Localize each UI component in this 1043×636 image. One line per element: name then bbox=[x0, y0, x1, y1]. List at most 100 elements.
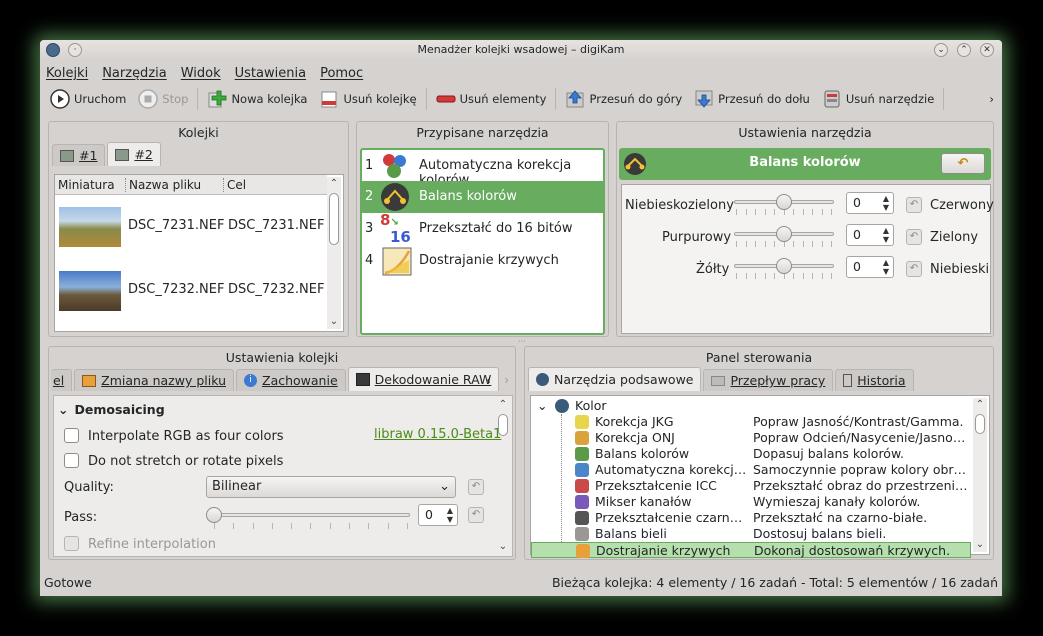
list-item[interactable]: 4 Dostrajanie krzywych bbox=[362, 245, 603, 277]
slider-handle[interactable] bbox=[206, 507, 222, 523]
chevron-left-icon[interactable]: ‹ bbox=[486, 373, 491, 387]
close-icon[interactable]: ✕ bbox=[980, 43, 994, 57]
spin-value: 0 bbox=[853, 259, 861, 274]
menu-pomoc[interactable]: Pomoc bbox=[320, 66, 363, 81]
tree-item-name: Przekształcenie ICC bbox=[595, 478, 717, 493]
menu-ustawienia[interactable]: Ustawienia bbox=[235, 66, 306, 81]
scroll-up-icon[interactable]: ⌃ bbox=[327, 177, 341, 191]
reset-icon[interactable]: ↶ bbox=[468, 507, 484, 523]
interpolate-checkbox[interactable] bbox=[64, 428, 79, 443]
tree-item[interactable]: Balans kolorów Dopasuj balans kolorów. bbox=[531, 446, 971, 462]
tab-raw-decoding[interactable]: Dekodowanie RAW bbox=[347, 367, 500, 391]
column-thumbnail[interactable]: Miniatura bbox=[55, 178, 125, 192]
slider-handle[interactable] bbox=[776, 194, 792, 210]
tab-queue-1-label: #1 bbox=[79, 148, 98, 163]
reset-icon[interactable]: ↶ bbox=[906, 261, 922, 277]
tab-queue-1[interactable]: #1 bbox=[52, 144, 106, 166]
yellow-blue-spinbox[interactable]: 0 ▲ ▼ bbox=[846, 256, 894, 278]
list-item[interactable]: 3 8↘ 16 Przekształć do 16 bitów bbox=[362, 213, 603, 245]
scroll-down-icon[interactable]: ⌄ bbox=[327, 315, 341, 329]
libraw-link[interactable]: libraw 0.15.0-Beta1 bbox=[374, 427, 501, 442]
move-down-button[interactable]: Przesuń do dołu bbox=[688, 86, 816, 112]
slider-handle[interactable] bbox=[776, 258, 792, 274]
scroll-down-icon[interactable]: ⌄ bbox=[496, 540, 510, 554]
tree-item[interactable]: Mikser kanałów Wymieszaj kanały kolorów. bbox=[531, 494, 971, 510]
scroll-up-icon[interactable]: ⌃ bbox=[973, 398, 987, 412]
remove-items-icon bbox=[436, 89, 456, 109]
scroll-handle[interactable] bbox=[329, 193, 339, 245]
convert-16bit-icon: 8↘ 16 bbox=[380, 211, 411, 246]
column-target[interactable]: Cel bbox=[223, 177, 323, 192]
tree-item[interactable]: Balans bieli Dostosuj balans bieli. bbox=[531, 526, 971, 542]
tab-behavior[interactable]: i Zachowanie bbox=[236, 369, 346, 391]
minimize-icon[interactable]: ⌄ bbox=[934, 43, 948, 57]
cyan-red-spinbox[interactable]: 0 ▲ ▼ bbox=[846, 192, 894, 214]
list-item[interactable]: 2 Balans kolorów bbox=[362, 181, 603, 213]
raw-icon bbox=[355, 373, 370, 386]
tab-base-tools[interactable]: Narzędzia podsawowe bbox=[528, 367, 702, 391]
list-item[interactable]: 1 Automatyczna korekcja kolorów bbox=[362, 150, 603, 188]
magenta-green-spinbox[interactable]: 0 ▲ ▼ bbox=[846, 224, 894, 246]
interpolate-label: Interpolate RGB as four colors bbox=[88, 429, 284, 444]
reset-icon[interactable]: ↶ bbox=[906, 197, 922, 213]
control-panel-title: Panel sterowania bbox=[705, 350, 813, 365]
tree-item[interactable]: Automatyczna korekcja ... Samoczynnie pop… bbox=[531, 462, 971, 478]
chevron-down-icon: ⌄ bbox=[58, 402, 69, 417]
scroll-handle[interactable] bbox=[975, 414, 985, 434]
tree-item[interactable]: Korekcja ONJ Popraw Odcień/Nasycenie/Jasn… bbox=[531, 430, 971, 446]
menu-kolejki[interactable]: Kolejki bbox=[46, 66, 88, 81]
menu-narzedzia[interactable]: Narzędzia bbox=[102, 66, 167, 81]
pin-icon[interactable]: · bbox=[68, 43, 82, 57]
tab-history[interactable]: Historia bbox=[835, 369, 914, 391]
reset-icon[interactable]: ↶ bbox=[906, 229, 922, 245]
status-right: Bieżąca kolejka: 4 elementy / 16 zadań -… bbox=[551, 574, 998, 590]
new-queue-button[interactable]: Nowa kolejka bbox=[201, 86, 313, 112]
maximize-icon[interactable]: ⌃ bbox=[957, 43, 971, 57]
pass-slider[interactable] bbox=[210, 513, 410, 517]
remove-tool-button[interactable]: Usuń narzędzie bbox=[816, 86, 940, 112]
menu-widok[interactable]: Widok bbox=[181, 66, 221, 81]
tab-workflow[interactable]: Przepływ pracy bbox=[703, 369, 834, 391]
refine-checkbox[interactable] bbox=[64, 536, 79, 551]
remove-queue-button[interactable]: Usuń kolejkę bbox=[313, 86, 422, 112]
table-row[interactable]: DSC_7232.NEF DSC_7232.NEF bbox=[55, 267, 327, 315]
assigned-tools-list: 1 Automatyczna korekcja kolorów 2 Balans… bbox=[360, 148, 605, 335]
reset-tool-button[interactable]: ↶ bbox=[941, 153, 985, 174]
tab-queue-2[interactable]: #2 bbox=[107, 142, 161, 166]
pass-spinbox[interactable]: 0 ▲ ▼ bbox=[418, 504, 458, 526]
remove-items-button[interactable]: Usuń elementy bbox=[430, 86, 553, 112]
tool-icon bbox=[575, 415, 589, 429]
toolbar-overflow-button[interactable]: › bbox=[983, 86, 1000, 112]
app-menu-icon[interactable] bbox=[46, 43, 60, 57]
tab-rename[interactable]: Zmiana nazwy pliku bbox=[74, 369, 234, 391]
move-up-button[interactable]: Przesuń do góry bbox=[559, 86, 688, 112]
queue-list-scrollbar[interactable]: ⌃ ⌄ bbox=[327, 177, 341, 329]
queue-tabs: #1 #2 bbox=[49, 142, 348, 166]
chevron-right-icon[interactable]: › bbox=[504, 373, 509, 387]
scroll-down-icon[interactable]: ⌄ bbox=[973, 538, 987, 552]
scroll-up-icon[interactable]: ⌃ bbox=[496, 398, 510, 412]
stop-button[interactable]: Stop bbox=[132, 86, 194, 112]
tree-item[interactable]: Korekcja JKG Popraw Jasność/Kontrast/Gamm… bbox=[531, 414, 971, 430]
queue-icon bbox=[115, 148, 130, 161]
collapse-icon[interactable]: ⌄ bbox=[537, 398, 547, 414]
splitter-handle[interactable]: ··· bbox=[518, 338, 526, 346]
demosaicing-section-header[interactable]: ⌄ Demosaicing bbox=[58, 402, 165, 417]
column-filename[interactable]: Nazwa pliku bbox=[125, 177, 223, 192]
tool-icon bbox=[575, 447, 589, 461]
table-row[interactable]: DSC_7231.NEF DSC_7231.NEF bbox=[55, 203, 327, 251]
quality-select[interactable]: Bilinear ⌄ bbox=[206, 476, 456, 498]
raw-page-scrollbar[interactable]: ⌃ ⌄ bbox=[496, 398, 510, 554]
slider-handle[interactable] bbox=[776, 226, 792, 242]
reset-icon[interactable]: ↶ bbox=[468, 479, 484, 495]
tab-truncated[interactable]: el bbox=[51, 369, 73, 391]
tree-item[interactable]: Przekształcenie czarno-... Przekształć na… bbox=[531, 510, 971, 526]
tree-root[interactable]: ⌄ Kolor bbox=[531, 398, 971, 414]
tree-item[interactable]: Dostrajanie krzywych Dokonaj dostosowań k… bbox=[531, 542, 971, 558]
slider-right-label: Czerwony bbox=[930, 198, 994, 213]
tree-scrollbar[interactable]: ⌃ ⌄ bbox=[973, 398, 987, 552]
scroll-handle[interactable] bbox=[498, 414, 508, 436]
tree-item[interactable]: Przekształcenie ICC Przekształć obraz do … bbox=[531, 478, 971, 494]
no-stretch-checkbox[interactable] bbox=[64, 453, 79, 468]
run-button[interactable]: Uruchom bbox=[44, 86, 132, 112]
